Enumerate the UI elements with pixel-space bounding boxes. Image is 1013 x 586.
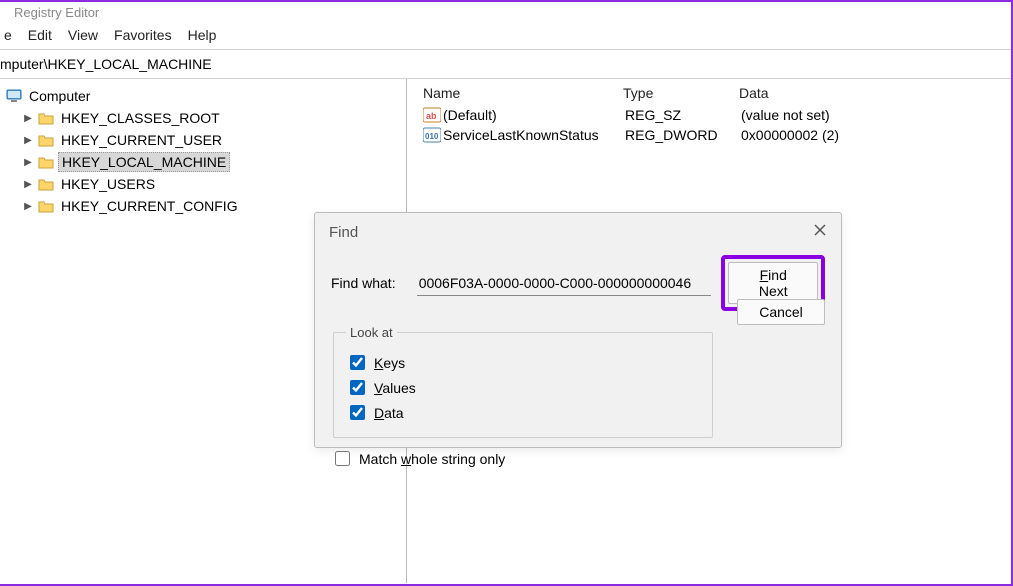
svg-text:ab: ab [426,111,437,121]
cancel-button[interactable]: Cancel [737,299,825,325]
tree-item-local-machine[interactable]: ▶ HKEY_LOCAL_MACHINE [4,151,402,173]
row-data: (value not set) [741,107,1011,123]
tree-root[interactable]: Computer [4,85,402,107]
folder-icon [38,177,54,191]
chevron-right-icon[interactable]: ▶ [22,112,34,124]
values-checkbox-row[interactable]: Values [346,377,700,398]
values-checkbox[interactable] [350,380,365,395]
look-at-legend: Look at [346,325,397,340]
close-icon[interactable] [813,223,827,241]
col-type[interactable]: Type [623,85,739,101]
menu-item-file[interactable]: e [4,27,12,43]
list-row[interactable]: 010 ServiceLastKnownStatus REG_DWORD 0x0… [407,125,1011,145]
list-row[interactable]: ab (Default) REG_SZ (value not set) [407,105,1011,125]
row-type: REG_DWORD [625,127,741,143]
menu-item-favorites[interactable]: Favorites [114,27,172,43]
row-name: (Default) [443,107,625,123]
tree-item-current-user[interactable]: ▶ HKEY_CURRENT_USER [4,129,402,151]
tree-item-label: HKEY_CLASSES_ROOT [58,109,223,127]
list-header[interactable]: Name Type Data [407,79,1011,105]
data-label: Data [374,405,404,421]
menu-item-view[interactable]: View [68,27,98,43]
tree-item-label: HKEY_CURRENT_USER [58,131,225,149]
data-checkbox-row[interactable]: Data [346,402,700,423]
tree-item-label: HKEY_CURRENT_CONFIG [58,197,241,215]
chevron-right-icon[interactable]: ▶ [22,200,34,212]
folder-icon [38,111,54,125]
dialog-title: Find [329,224,358,241]
find-dialog: Find Find what: FFind Nextind Next Cance… [314,212,842,448]
window-title: Registry Editor [0,2,1011,23]
dword-value-icon: 010 [423,127,441,143]
keys-label: Keys [374,355,405,371]
tree-item-label: HKEY_LOCAL_MACHINE [58,152,230,172]
row-type: REG_SZ [625,107,741,123]
data-checkbox[interactable] [350,405,365,420]
keys-checkbox-row[interactable]: Keys [346,352,700,373]
menu-item-edit[interactable]: Edit [28,27,52,43]
col-data[interactable]: Data [739,85,1011,101]
values-label: Values [374,380,416,396]
chevron-right-icon[interactable]: ▶ [22,134,34,146]
keys-checkbox[interactable] [350,355,365,370]
row-data: 0x00000002 (2) [741,127,1011,143]
computer-icon [6,89,22,103]
find-what-label: Find what: [331,275,407,291]
match-whole-label: Match whole string only [359,451,505,467]
svg-text:010: 010 [425,132,439,141]
look-at-group: Look at Keys Values Data [333,325,713,438]
tree-item-classes-root[interactable]: ▶ HKEY_CLASSES_ROOT [4,107,402,129]
tree-root-label: Computer [26,87,93,105]
chevron-right-icon[interactable]: ▶ [22,178,34,190]
chevron-right-icon[interactable]: ▶ [22,156,34,168]
folder-icon [38,133,54,147]
string-value-icon: ab [423,107,441,123]
row-name: ServiceLastKnownStatus [443,127,625,143]
match-whole-checkbox[interactable] [335,451,350,466]
tree-item-label: HKEY_USERS [58,175,158,193]
menubar: e Edit View Favorites Help [0,23,1011,49]
folder-icon [38,199,54,213]
find-what-input[interactable] [417,271,712,296]
col-name[interactable]: Name [423,85,623,101]
match-whole-row[interactable]: Match whole string only [331,448,825,469]
tree-item-users[interactable]: ▶ HKEY_USERS [4,173,402,195]
address-bar[interactable]: mputer\HKEY_LOCAL_MACHINE [0,49,1011,79]
find-next-button[interactable]: FFind Nextind Next [728,262,818,304]
folder-icon [38,155,54,169]
menu-item-help[interactable]: Help [188,27,217,43]
